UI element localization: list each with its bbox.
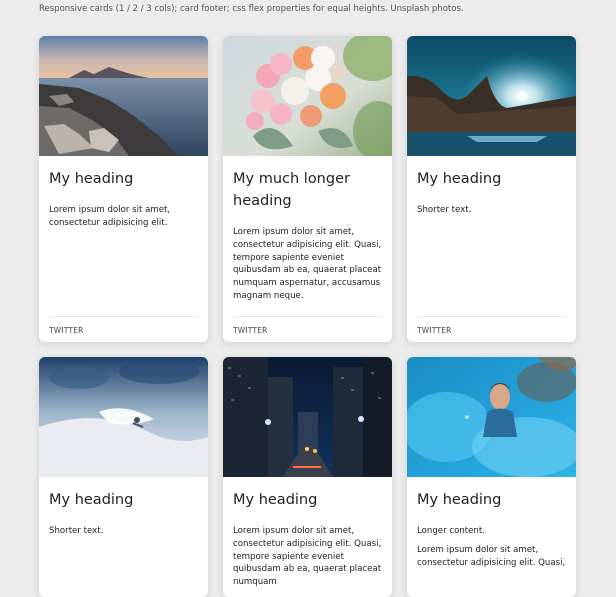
card-heading: My heading [233, 492, 318, 508]
card-footer-link[interactable]: TWITTER [417, 316, 566, 342]
city-street-night-photo [223, 357, 392, 477]
flower-bouquet-photo [223, 36, 392, 156]
card-heading: My heading [417, 492, 502, 508]
card: My heading Lorem ipsum dolor sit amet, c… [39, 36, 208, 342]
card-heading: My much longer heading [233, 171, 350, 209]
valley-sunburst-river-photo [407, 36, 576, 156]
card-footer-link[interactable]: TWITTER [233, 316, 382, 342]
card: My heading Longer content. Lorem ipsum d… [407, 357, 576, 597]
card-text: Lorem ipsum dolor sit amet, consectetur … [49, 205, 171, 228]
card: My heading Shorter text. TWITTER [407, 36, 576, 342]
card-text: Lorem ipsum dolor sit amet, consectetur … [233, 526, 382, 588]
card-text: Shorter text. [49, 526, 104, 536]
card-text: Lorem ipsum dolor sit amet, consectetur … [233, 227, 382, 301]
card: My heading Lorem ipsum dolor sit amet, c… [223, 357, 392, 597]
card-footer-link[interactable]: TWITTER [49, 316, 198, 342]
coastal-rocks-sunset-photo [39, 36, 208, 156]
card: My much longer heading Lorem ipsum dolor… [223, 36, 392, 342]
card-text: Longer content. [417, 526, 485, 536]
card-heading: My heading [49, 492, 134, 508]
page-caption: Responsive cards (1 / 2 / 3 cols); card … [39, 4, 464, 14]
person-blue-smoke-photo [407, 357, 576, 477]
card-heading: My heading [417, 171, 502, 187]
card-text: Shorter text. [417, 205, 472, 215]
card-heading: My heading [49, 171, 134, 187]
card-text-secondary: Lorem ipsum dolor sit amet, consectetur … [417, 544, 566, 568]
card: My heading Shorter text. [39, 357, 208, 597]
snow-mountain-skier-photo [39, 357, 208, 477]
